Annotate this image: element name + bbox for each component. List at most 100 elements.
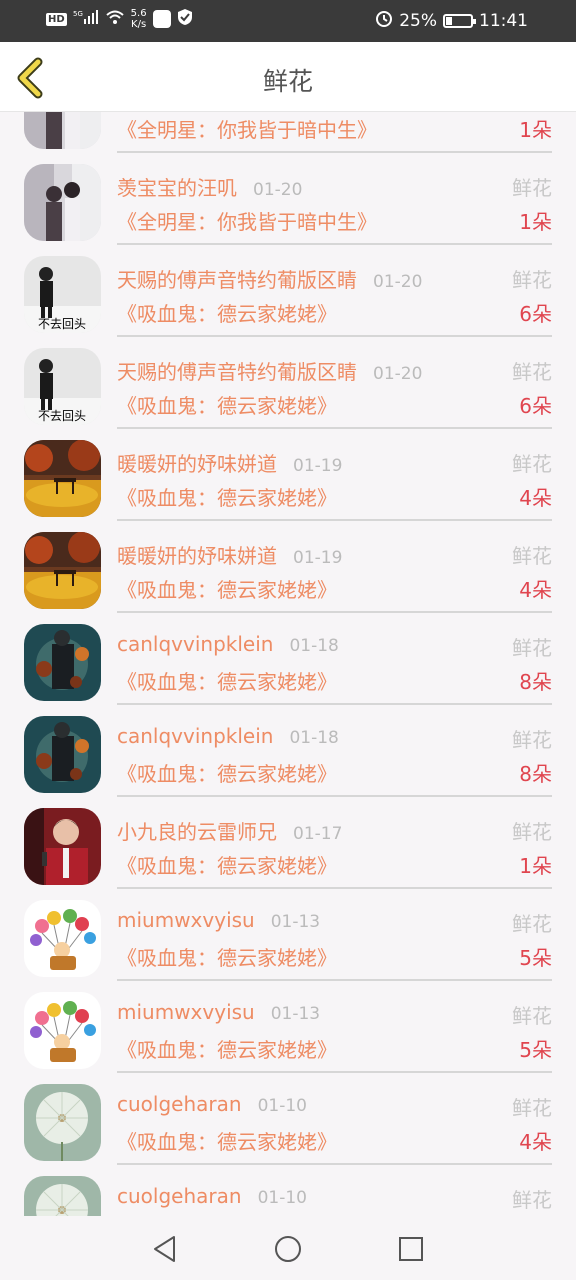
row-header: 暖暖妍的妤味姘道 01-19 鲜花 <box>117 448 552 478</box>
row-detail: 《吸血鬼：德云家姥姥》 5朵 <box>117 1034 552 1064</box>
battery-level <box>446 16 452 25</box>
user-name[interactable]: 天赐的傅声音特约葡版区睛 <box>117 360 357 384</box>
header: 鲜花 <box>0 42 576 112</box>
avatar[interactable]: 不去回头 <box>24 256 101 333</box>
user-name[interactable]: 小九良的云雷师兄 <box>117 820 277 844</box>
avatar[interactable] <box>24 716 101 793</box>
flower-count: 8朵 <box>519 762 552 786</box>
flower-count: 6朵 <box>519 302 552 326</box>
row-detail: 《吸血鬼：德云家姥姥》 6朵 <box>117 298 552 328</box>
book-title[interactable]: 《吸血鬼：德云家姥姥》 <box>117 1038 337 1062</box>
flower-count: 6朵 <box>519 394 552 418</box>
list-item[interactable]: 暖暖妍的妤味姘道 01-19 鲜花《吸血鬼：德云家姥姥》 4朵 <box>0 524 576 616</box>
avatar[interactable] <box>24 532 101 609</box>
book-title[interactable]: 《吸血鬼：德云家姥姥》 <box>117 486 337 510</box>
flower-count: 5朵 <box>519 946 552 970</box>
list-item[interactable]: miumwxvyisu 01-13 鲜花 《吸血鬼：德云家姥姥》 5朵 <box>0 984 576 1076</box>
row-detail: 《吸血鬼：德云家姥姥》 4朵 <box>117 482 552 512</box>
list-item[interactable]: 不去回头 天赐的傅声音特约葡版区睛 01-20 鲜花《吸血鬼：德云家姥姥》 6朵 <box>0 340 576 432</box>
avatar[interactable] <box>24 624 101 701</box>
list-item[interactable]: canlqvvinpklein 01-18 鲜花《吸血鬼：德云家姥姥》 8朵 <box>0 708 576 800</box>
shield-icon <box>177 8 193 30</box>
user-name[interactable]: cuolgeharan <box>117 1092 242 1116</box>
list-item[interactable]: cuolgeharan 01-10 鲜花 《吸血鬼：德云家姥姥》 4朵 <box>0 1076 576 1168</box>
gift-date: 01-20 <box>253 180 303 200</box>
svg-text:不去回头: 不去回头 <box>38 317 86 331</box>
avatar[interactable] <box>24 1176 101 1216</box>
gift-date: 01-19 <box>293 548 343 568</box>
wifi-icon <box>105 9 125 29</box>
list-item[interactable]: 不去回头 天赐的傅声音特约葡版区睛 01-20 鲜花 《吸血鬼：德云家姥姥》 6朵 <box>0 248 576 340</box>
user-name[interactable]: 暖暖妍的妤味姘道 <box>117 452 277 476</box>
gift-type: 鲜花 <box>512 1188 552 1212</box>
flower-count: 1朵 <box>519 210 552 234</box>
gift-type: 鲜花 <box>512 544 552 568</box>
user-name[interactable]: canlqvvinpklein <box>117 632 273 656</box>
avatar[interactable] <box>24 112 101 149</box>
user-name[interactable]: miumwxvyisu <box>117 908 255 932</box>
list-item[interactable]: 小九良的云雷师兄 01-17 鲜花 《吸血鬼：德云家姥姥》 1朵 <box>0 800 576 892</box>
gift-date: 01-17 <box>293 824 343 844</box>
row-header: miumwxvyisu 01-13 鲜花 <box>117 908 552 938</box>
gift-date: 01-20 <box>373 364 423 384</box>
list-item[interactable]: cuolgeharan 01-10 鲜花 <box>0 1168 576 1216</box>
row-detail: 《吸血鬼：德云家姥姥》 8朵 <box>117 758 552 788</box>
user-name[interactable]: canlqvvinpklein <box>117 724 273 748</box>
book-title[interactable]: 《吸血鬼：德云家姥姥》 <box>117 762 337 786</box>
book-title[interactable]: 《吸血鬼：德云家姥姥》 <box>117 394 337 418</box>
user-name[interactable]: 羡宝宝的汪叽 <box>117 176 237 200</box>
avatar[interactable] <box>24 808 101 885</box>
divider <box>117 887 552 889</box>
gift-date: 01-18 <box>289 636 339 656</box>
row-detail: 《吸血鬼：德云家姥姥》 4朵 <box>117 574 552 604</box>
recents-nav-button[interactable] <box>396 1234 426 1264</box>
flower-count: 4朵 <box>519 486 552 510</box>
user-name[interactable]: cuolgeharan <box>117 1184 242 1208</box>
avatar[interactable] <box>24 992 101 1069</box>
battery-percent: 25% <box>399 10 437 31</box>
book-title[interactable]: 《吸血鬼：德云家姥姥》 <box>117 670 337 694</box>
row-detail: 《吸血鬼：德云家姥姥》 8朵 <box>117 666 552 696</box>
list-item[interactable]: canlqvvinpklein 01-18 鲜花 《吸血鬼：德云家姥姥》 8朵 <box>0 616 576 708</box>
book-title[interactable]: 《吸血鬼：德云家姥姥》 <box>117 1130 337 1154</box>
flower-count: 5朵 <box>519 1038 552 1062</box>
home-nav-button[interactable] <box>273 1234 303 1264</box>
book-title[interactable]: 《吸血鬼：德云家姥姥》 <box>117 854 337 878</box>
avatar[interactable] <box>24 900 101 977</box>
gift-type: 鲜花 <box>512 360 552 384</box>
row-detail: 《吸血鬼：德云家姥姥》 1朵 <box>117 850 552 880</box>
row-header: canlqvvinpklein 01-18 鲜花 <box>117 724 552 754</box>
book-title[interactable]: 《全明星：你我皆于暗中生》 <box>117 118 377 142</box>
user-name[interactable]: miumwxvyisu <box>117 1000 255 1024</box>
flower-count: 8朵 <box>519 670 552 694</box>
divider <box>117 335 552 337</box>
book-title[interactable]: 《全明星：你我皆于暗中生》 <box>117 210 377 234</box>
avatar[interactable]: 不去回头 <box>24 348 101 425</box>
list-item[interactable]: 羡宝宝的汪叽 01-20 鲜花 《全明星：你我皆于暗中生》 1朵 <box>0 156 576 248</box>
svg-text:不去回头: 不去回头 <box>38 409 86 423</box>
user-name[interactable]: 暖暖妍的妤味姘道 <box>117 544 277 568</box>
network-speed: 5.6 K/s <box>131 8 147 30</box>
gift-date: 01-19 <box>293 456 343 476</box>
status-bar: HD 5G 5.6 K/s 25% 11:41 <box>0 0 576 42</box>
status-right: 25% 11:41 <box>375 9 528 32</box>
svg-text:5G: 5G <box>73 10 83 18</box>
user-name[interactable]: 天赐的傅声音特约葡版区睛 <box>117 268 357 292</box>
avatar[interactable] <box>24 1084 101 1161</box>
avatar[interactable] <box>24 440 101 517</box>
flower-count: 4朵 <box>519 1130 552 1154</box>
triangle-back-icon <box>154 1236 175 1262</box>
divider <box>117 151 552 153</box>
divider <box>117 979 552 981</box>
back-nav-button[interactable] <box>150 1234 180 1264</box>
book-title[interactable]: 《吸血鬼：德云家姥姥》 <box>117 578 337 602</box>
avatar[interactable] <box>24 164 101 241</box>
divider <box>117 795 552 797</box>
book-title[interactable]: 《吸血鬼：德云家姥姥》 <box>117 302 337 326</box>
list-item[interactable]: miumwxvyisu 01-13 鲜花《吸血鬼：德云家姥姥》 5朵 <box>0 892 576 984</box>
list-item[interactable]: 《全明星：你我皆于暗中生》 1朵 <box>0 112 576 156</box>
book-title[interactable]: 《吸血鬼：德云家姥姥》 <box>117 946 337 970</box>
gift-type: 鲜花 <box>512 1004 552 1028</box>
list-item[interactable]: 暖暖妍的妤味姘道 01-19 鲜花 《吸血鬼：德云家姥姥》 4朵 <box>0 432 576 524</box>
row-detail: 《吸血鬼：德云家姥姥》 5朵 <box>117 942 552 972</box>
